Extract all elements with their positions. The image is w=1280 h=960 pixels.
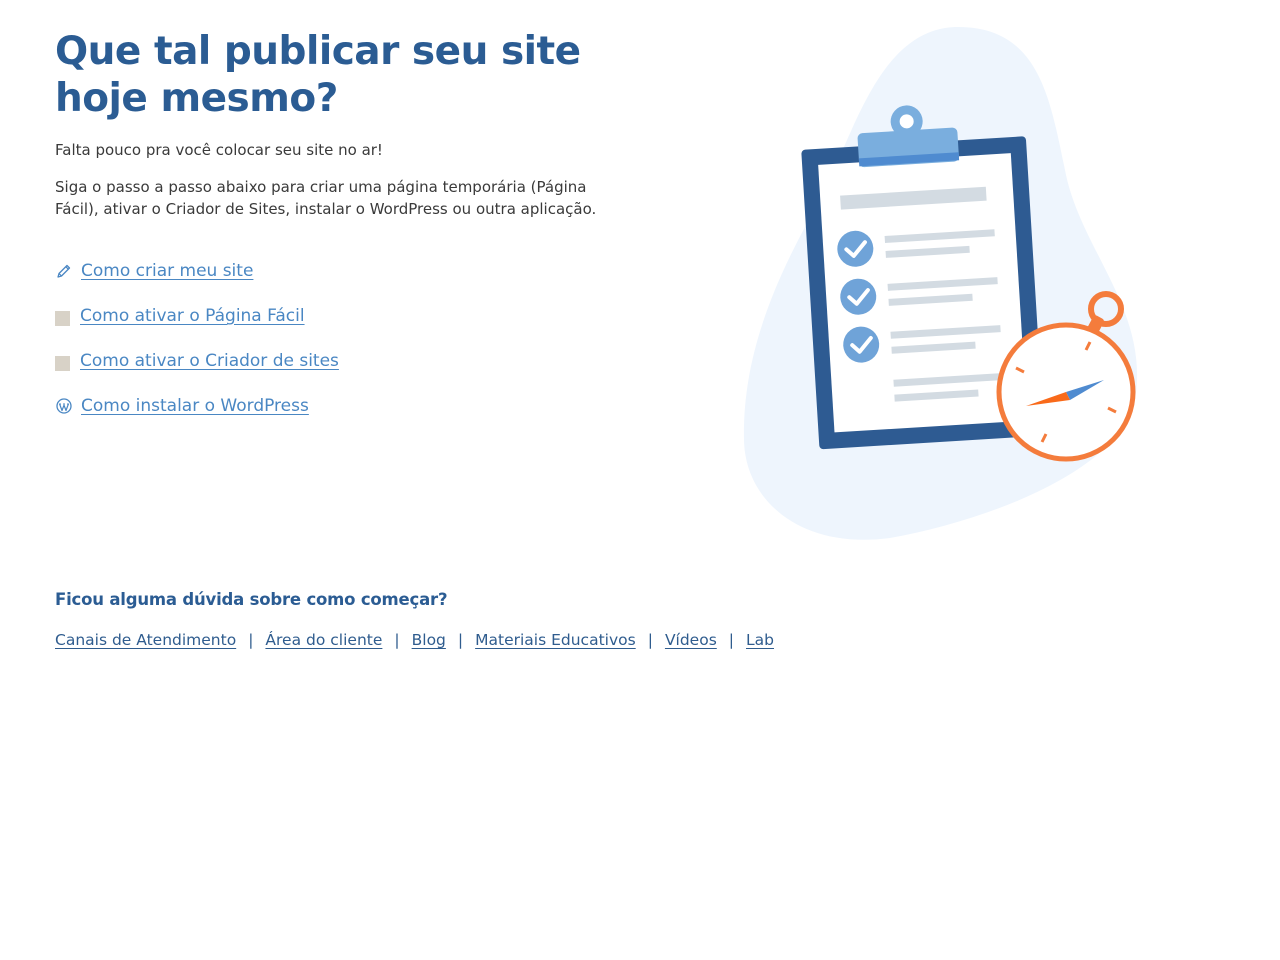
intro-text: Falta pouco pra você colocar seu site no… — [55, 141, 383, 159]
pencil-icon — [55, 263, 72, 280]
criador-sites-link[interactable]: Como ativar o Criador de sites — [80, 351, 339, 371]
pagina-facil-link[interactable]: Como ativar o Página Fácil — [80, 306, 305, 326]
placeholder-icon — [55, 311, 70, 326]
support-channels-link[interactable]: Canais de Atendimento — [55, 631, 236, 649]
help-title: Ficou alguma dúvida sobre como começar? — [55, 590, 448, 609]
client-area-link[interactable]: Área do cliente — [265, 631, 382, 649]
page-title-line1: Que tal publicar seu site — [55, 29, 581, 74]
link-separator: | — [394, 631, 400, 649]
guide-link-item-create-site: Como criar meu site — [55, 260, 655, 282]
lab-link[interactable]: Lab — [746, 631, 774, 649]
link-separator: | — [728, 631, 735, 649]
guide-link-item-criador-sites: Como ativar o Criador de sites — [55, 350, 655, 372]
blog-link[interactable]: Blog — [412, 631, 446, 649]
link-separator: | — [647, 631, 653, 649]
help-links-nav: Canais de Atendimento | Área do cliente … — [55, 631, 774, 649]
create-site-link[interactable]: Como criar meu site — [81, 261, 253, 281]
wordpress-icon — [55, 398, 72, 415]
main-content: Que tal publicar seu site hoje mesmo? Fa… — [55, 0, 655, 440]
guide-link-item-wordpress: Como instalar o WordPress — [55, 395, 655, 417]
clipboard-stopwatch-illustration — [740, 20, 1160, 550]
educational-materials-link[interactable]: Materiais Educativos — [475, 631, 636, 649]
page-title: Que tal publicar seu site hoje mesmo? — [55, 28, 655, 122]
guide-links-list: Como criar meu site Como ativar o Página… — [55, 260, 655, 417]
link-separator: | — [248, 631, 254, 649]
page-title-line2: hoje mesmo? — [55, 76, 338, 121]
videos-link[interactable]: Vídeos — [665, 631, 717, 649]
placeholder-icon — [55, 356, 70, 371]
link-separator: | — [457, 631, 464, 649]
guide-link-item-pagina-facil: Como ativar o Página Fácil — [55, 305, 655, 327]
install-wordpress-link[interactable]: Como instalar o WordPress — [81, 396, 309, 416]
steps-text: Siga o passo a passo abaixo para criar u… — [55, 178, 597, 218]
